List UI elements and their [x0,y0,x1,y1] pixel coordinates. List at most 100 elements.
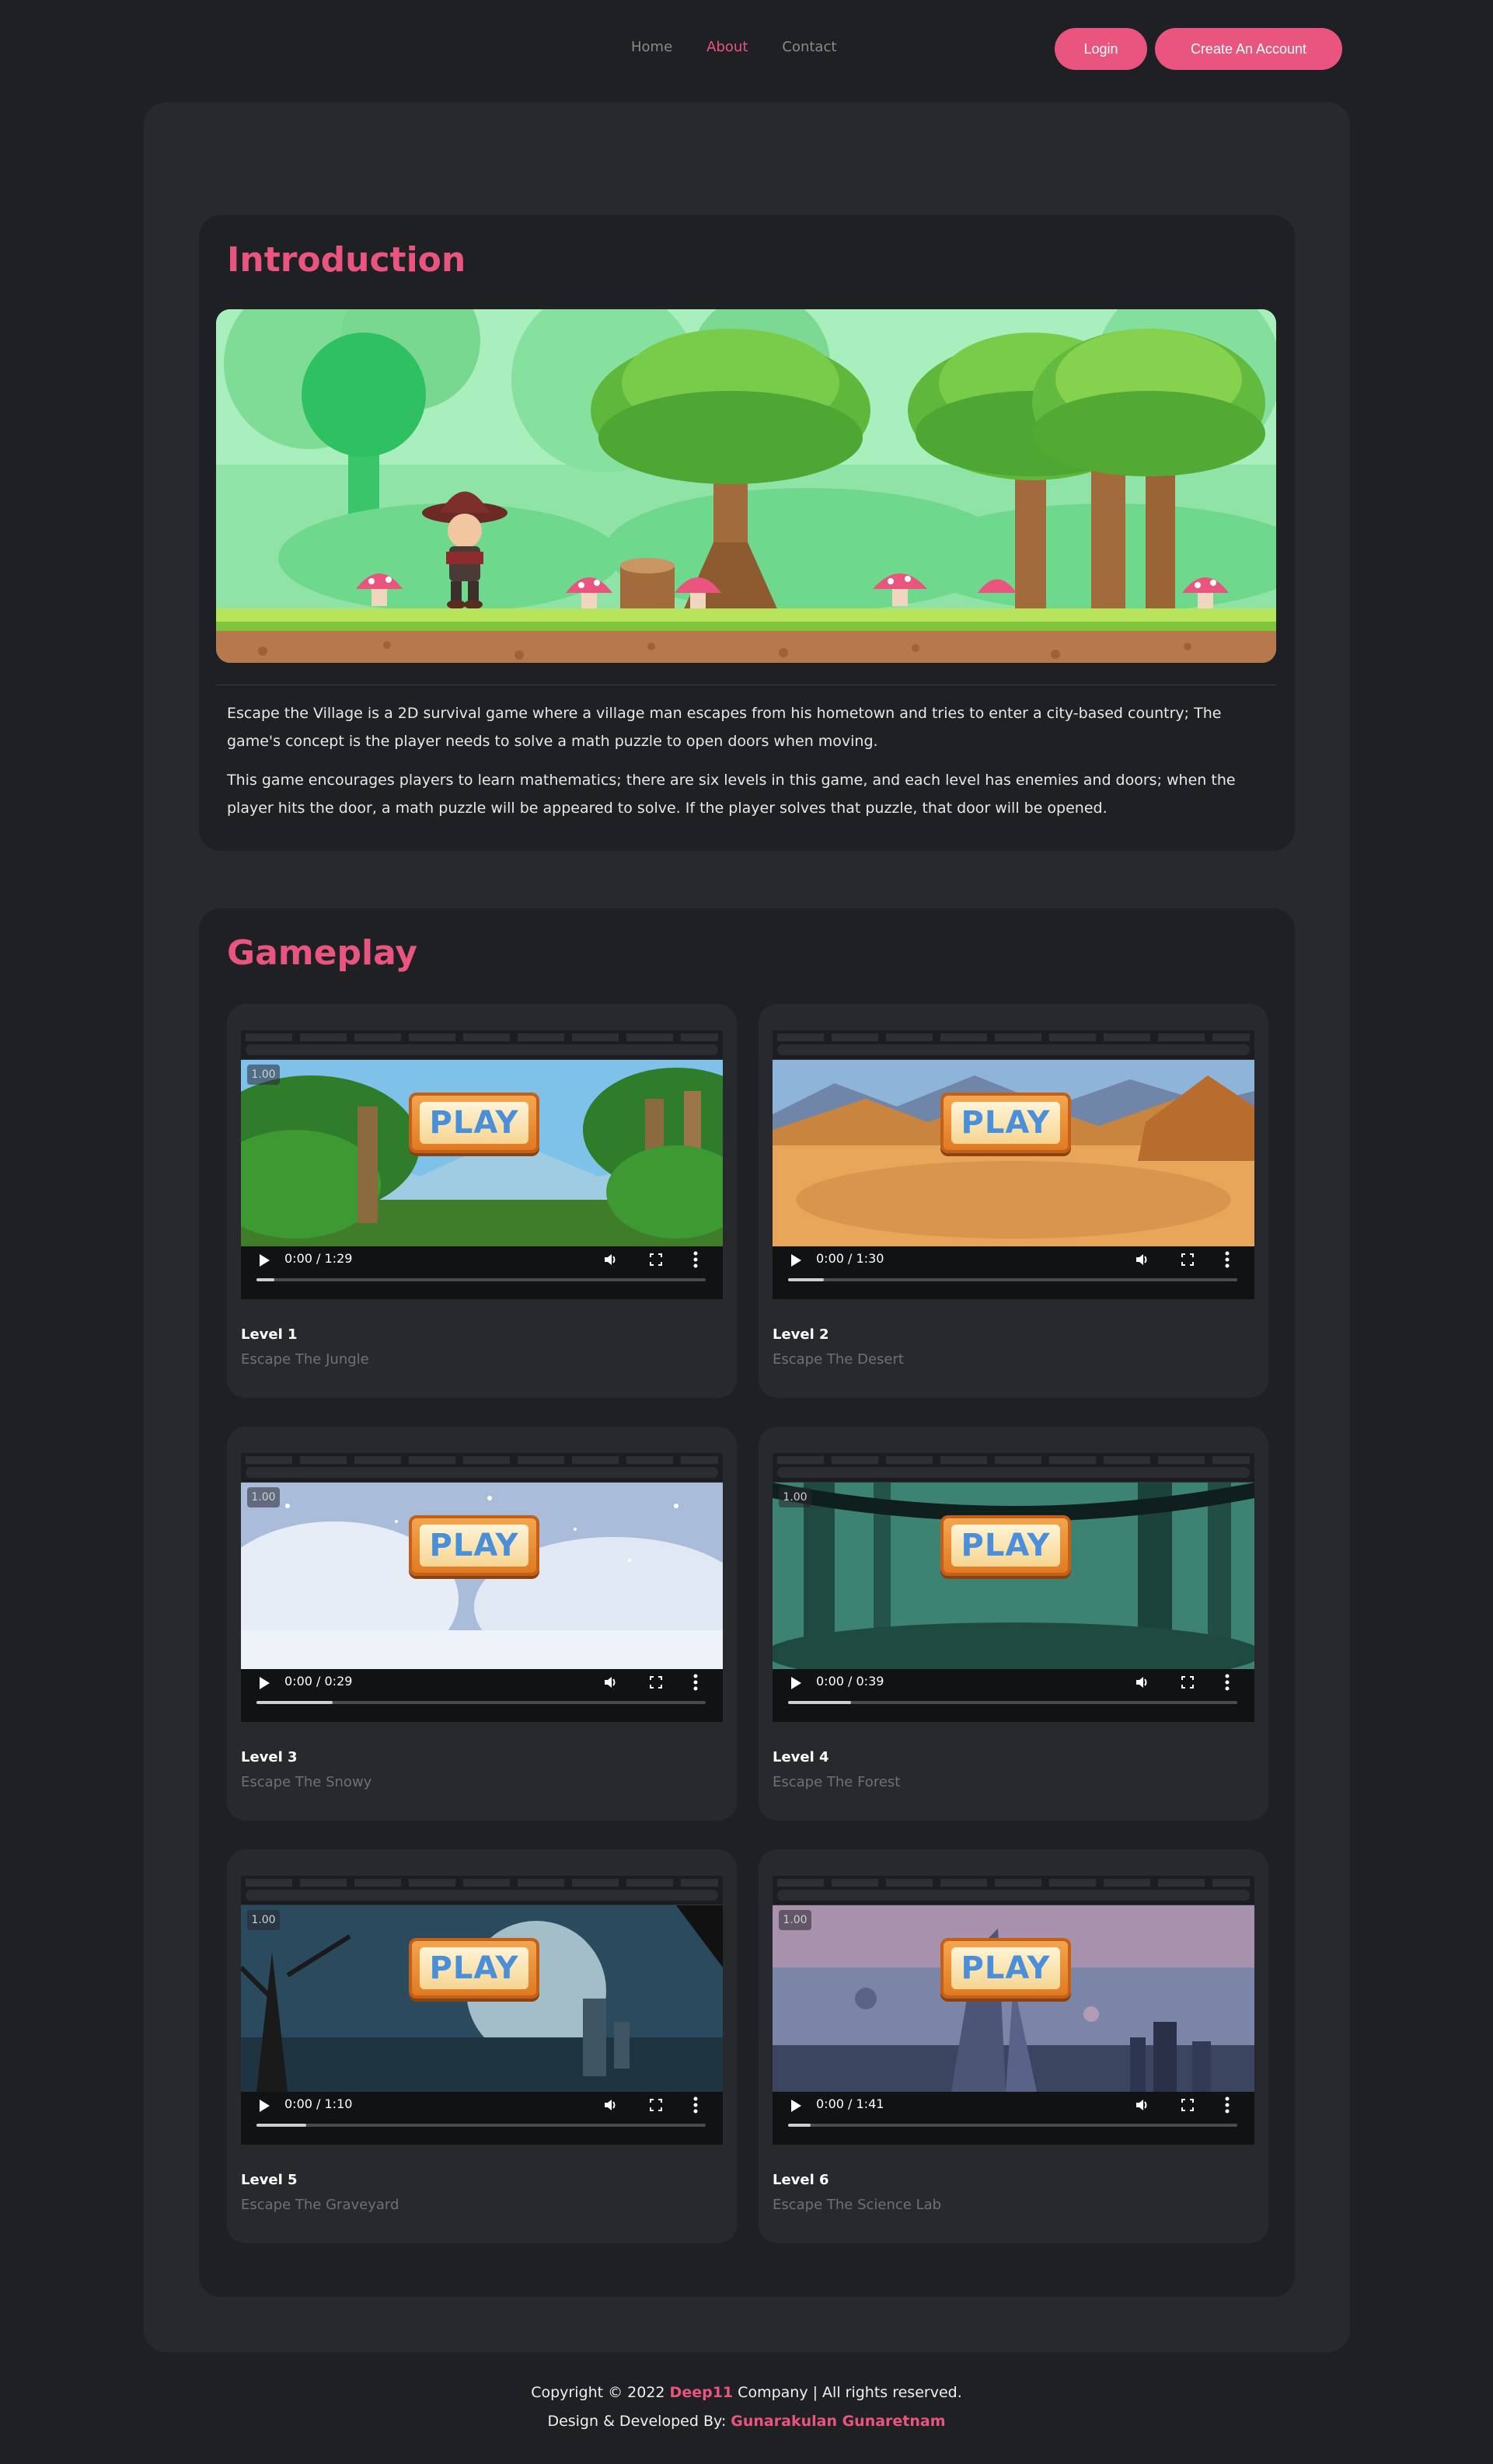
play-icon[interactable] [791,2100,801,2112]
play-sign: PLAY [409,1938,539,1999]
play-sign: PLAY [409,1515,539,1576]
nav-link-home[interactable]: Home [631,39,672,55]
video-time: 0:00 / 1:30 [816,1251,884,1266]
play-sign-text: PLAY [961,1950,1051,1986]
volume-icon[interactable] [1135,1253,1149,1267]
level-subtitle: Escape The Forest [773,1774,901,1790]
video-progress-fill [256,1701,333,1704]
volume-icon[interactable] [603,2098,617,2112]
level-subtitle: Escape The Science Lab [773,2197,942,2213]
jungle-scene [241,1060,723,1246]
snowy-scene [241,1483,723,1669]
browser-chrome [773,1453,1254,1483]
level-subtitle: Escape The Graveyard [241,2197,399,2213]
intro-paragraph-2: This game encourages players to learn ma… [227,772,1236,817]
video-progress-bar[interactable] [788,1278,1237,1281]
more-options-icon[interactable] [693,1251,698,1268]
science-lab-scene [773,1905,1254,2092]
level-video-player[interactable]: 1.00 PLAY 0:00 / 0:29 [241,1453,723,1722]
play-icon[interactable] [260,1677,270,1689]
browser-chrome [241,1453,723,1483]
level-number: Level 5 [241,2172,298,2188]
video-progress-bar[interactable] [788,2124,1237,2127]
more-options-icon[interactable] [1225,2096,1230,2114]
create-account-button[interactable]: Create An Account [1155,28,1342,70]
video-progress-fill [256,1278,275,1281]
more-options-icon[interactable] [1225,1674,1230,1691]
video-controls: 0:00 / 1:29 [241,1246,723,1299]
fullscreen-icon[interactable] [650,1676,662,1689]
video-progress-fill [256,2124,306,2127]
video-controls: 0:00 / 0:29 [241,1669,723,1722]
level-number: Level 3 [241,1749,298,1765]
introduction-title: Introduction [227,240,466,280]
browser-chrome [773,1030,1254,1060]
level-video-player[interactable]: PLAY 0:00 / 1:30 [773,1030,1254,1299]
intro-paragraph-1: Escape the Village is a 2D survival game… [227,705,1222,750]
volume-icon[interactable] [603,1675,617,1689]
level-video-player[interactable]: 1.00 PLAY 0:00 / 1:10 [241,1876,723,2145]
playback-speed: 1.00 [247,1487,280,1507]
level-video-player[interactable]: 1.00 PLAY 0:00 / 0:39 [773,1453,1254,1722]
video-progress-bar[interactable] [256,1278,706,1281]
play-icon[interactable] [791,1677,801,1689]
fullscreen-icon[interactable] [650,2099,662,2111]
copyright-prefix: Copyright © 2022 [531,2384,670,2401]
volume-icon[interactable] [603,1253,617,1267]
play-icon[interactable] [791,1254,801,1267]
browser-chrome [241,1030,723,1060]
video-progress-bar[interactable] [788,1701,1237,1704]
fullscreen-icon[interactable] [1181,1676,1194,1689]
play-sign-text: PLAY [429,1528,519,1563]
footer: Copyright © 2022 Deep11 Company | All ri… [0,2384,1493,2441]
video-controls: 0:00 / 0:39 [773,1669,1254,1722]
more-options-icon[interactable] [1225,1251,1230,1268]
introduction-section: Introduction Escape the Village is a 2D … [199,215,1295,851]
play-sign-text: PLAY [961,1528,1051,1563]
video-time: 0:00 / 0:29 [284,1674,353,1689]
fullscreen-icon[interactable] [650,1253,662,1266]
play-sign: PLAY [940,1938,1071,1999]
play-sign-text: PLAY [961,1105,1051,1141]
video-time: 0:00 / 1:29 [284,1251,353,1266]
designer-name[interactable]: Gunarakulan Gunaretnam [731,2413,945,2430]
play-sign: PLAY [940,1515,1071,1576]
graveyard-scene [241,1905,723,2092]
video-progress-bar[interactable] [256,2124,706,2127]
volume-icon[interactable] [1135,2098,1149,2112]
level-video-player[interactable]: 1.00 PLAY 0:00 / 1:29 [241,1030,723,1299]
fullscreen-icon[interactable] [1181,2099,1194,2111]
nav-link-contact[interactable]: Contact [782,39,836,55]
video-progress-fill [788,1701,851,1704]
level-video-player[interactable]: 1.00 PLAY 0:00 / 1:41 [773,1876,1254,2145]
video-progress-bar[interactable] [256,1701,706,1704]
play-sign-text: PLAY [429,1950,519,1986]
nav-link-about[interactable]: About [706,39,748,55]
play-icon[interactable] [260,1254,270,1267]
more-options-icon[interactable] [693,1674,698,1691]
level-subtitle: Escape The Desert [773,1351,904,1368]
login-button[interactable]: Login [1055,28,1147,70]
copyright-line: Copyright © 2022 Deep11 Company | All ri… [0,2384,1493,2413]
playback-speed: 1.00 [779,1487,811,1507]
volume-icon[interactable] [1135,1675,1149,1689]
playback-speed: 1.00 [247,1910,280,1930]
level-number: Level 2 [773,1326,829,1343]
video-controls: 0:00 / 1:10 [241,2092,723,2145]
play-icon[interactable] [260,2100,270,2112]
hero-game-scene [216,309,1276,663]
video-controls: 0:00 / 1:30 [773,1246,1254,1299]
level-subtitle: Escape The Snowy [241,1774,372,1790]
level-number: Level 4 [773,1749,829,1765]
copyright-suffix: Company | All rights reserved. [733,2384,962,2401]
level-subtitle: Escape The Jungle [241,1351,369,1368]
gameplay-section: Gameplay 1.00 PLAY 0:00 / 1:29 Level 1 E… [199,908,1295,2297]
fullscreen-icon[interactable] [1181,1253,1194,1266]
more-options-icon[interactable] [693,2096,698,2114]
level-number: Level 6 [773,2172,829,2188]
desert-scene [773,1060,1254,1246]
video-time: 0:00 / 1:10 [284,2096,353,2111]
gameplay-title: Gameplay [227,933,418,973]
play-sign: PLAY [409,1093,539,1153]
company-brand[interactable]: Deep11 [670,2384,734,2401]
